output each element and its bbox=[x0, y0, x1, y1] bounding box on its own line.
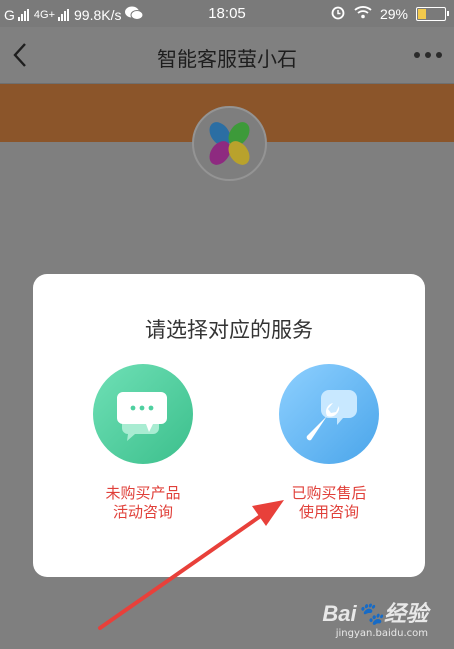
status-bar: G 4G+ 99.8K/s 18:05 29% bbox=[0, 0, 454, 27]
wrench-chat-icon[interactable] bbox=[279, 364, 379, 464]
watermark-brand2: 经验 bbox=[383, 601, 428, 626]
more-dots-icon bbox=[414, 52, 420, 58]
service-dialog: 请选择对应的服务 未购买产品 活动咨询 已购买售后 使用咨询 bbox=[33, 274, 425, 577]
aftersale-option[interactable]: 已购买售后 使用咨询 bbox=[269, 364, 389, 522]
battery-icon bbox=[416, 6, 449, 21]
page-title: 智能客服萤小石 bbox=[157, 47, 297, 71]
brand-logo-icon bbox=[209, 122, 250, 165]
baidu-watermark: Bai🐾经验 jingyan.baidu.com bbox=[322, 596, 428, 639]
avatar bbox=[192, 106, 267, 181]
aftersale-label-line1: 已购买售后 bbox=[291, 484, 367, 502]
watermark-brand: Bai bbox=[322, 601, 357, 626]
battery-percent: 29% bbox=[379, 5, 408, 22]
nav-bar: 智能客服萤小石 bbox=[0, 27, 454, 84]
chat-bubble-icon[interactable] bbox=[93, 364, 193, 464]
paw-icon: 🐾 bbox=[356, 601, 384, 626]
aftersale-label-line2: 使用咨询 bbox=[298, 503, 359, 521]
presale-option[interactable]: 未购买产品 活动咨询 bbox=[83, 364, 203, 522]
dialog-title: 请选择对应的服务 bbox=[145, 318, 313, 342]
presale-label-line2: 活动咨询 bbox=[112, 503, 173, 521]
alarm-icon bbox=[330, 4, 346, 23]
more-button[interactable] bbox=[414, 47, 444, 63]
wifi-icon bbox=[354, 5, 372, 22]
presale-label-line1: 未购买产品 bbox=[105, 484, 181, 502]
watermark-url: jingyan.baidu.com bbox=[335, 628, 428, 639]
